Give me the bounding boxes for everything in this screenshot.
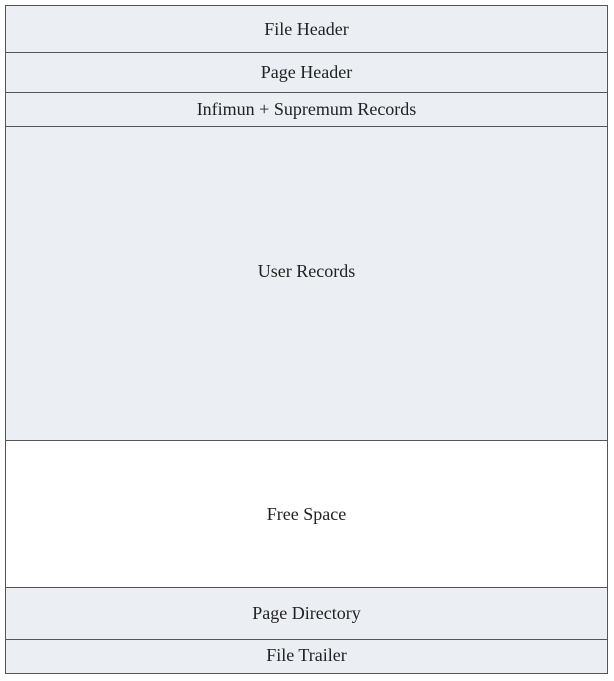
user-records-label: User Records: [257, 261, 356, 281]
file-header-section: File Header: [6, 6, 607, 53]
page-header-section: Page Header: [6, 53, 607, 93]
page-directory-label: Page Directory: [252, 603, 361, 623]
free-space-section: Free Space: [6, 441, 607, 588]
page-directory-section: Page Directory: [6, 588, 607, 640]
file-trailer-section: File Trailer: [6, 640, 607, 673]
page-structure-diagram: File Header Page Header Infimun + Suprem…: [5, 5, 608, 674]
user-records-section: User Records: [6, 127, 607, 441]
page-header-label: Page Header: [260, 62, 353, 82]
infimum-supremum-records-label: Infimun + Supremum Records: [196, 99, 417, 119]
infimum-supremum-records-section: Infimun + Supremum Records: [6, 93, 607, 127]
free-space-label: Free Space: [266, 503, 347, 524]
file-header-label: File Header: [264, 18, 349, 39]
file-trailer-label: File Trailer: [266, 645, 347, 665]
